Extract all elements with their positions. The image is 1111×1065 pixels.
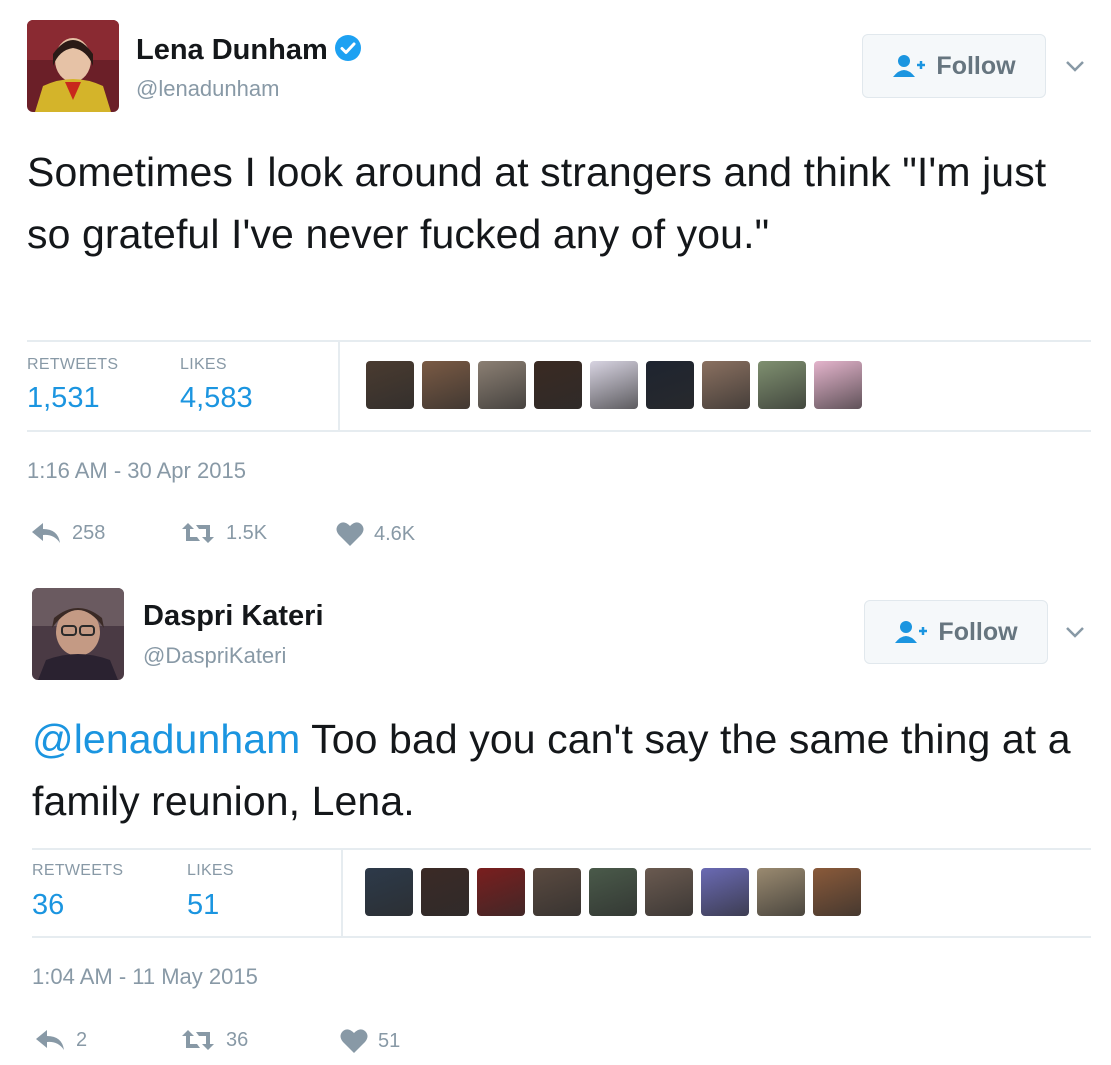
retweets-label: RETWEETS [32, 862, 124, 879]
retweets-count[interactable]: 36 [32, 889, 64, 922]
divider [27, 340, 1091, 342]
liker-avatar[interactable] [702, 361, 750, 409]
likes-count[interactable]: 51 [187, 889, 219, 922]
display-name[interactable]: Daspri Kateri [143, 600, 324, 633]
timestamp[interactable]: 1:16 AM - 30 Apr 2015 [27, 458, 246, 484]
liker-avatar[interactable] [478, 361, 526, 409]
retweet-action[interactable]: 1.5K [180, 521, 267, 545]
display-name[interactable]: Lena Dunham [136, 34, 362, 70]
tweet-1: Lena Dunham @lenadunham Follow Sometimes… [0, 0, 1111, 560]
tweet-2: Daspri Kateri @DaspriKateri Follow @lena… [0, 560, 1111, 1065]
like-action[interactable]: 51 [340, 1028, 400, 1054]
reply-icon [36, 1030, 64, 1050]
divider [338, 342, 340, 430]
retweet-action[interactable]: 36 [180, 1028, 248, 1052]
reply-action[interactable]: 2 [34, 1028, 87, 1052]
username-handle[interactable]: @lenadunham [136, 76, 279, 102]
divider [341, 850, 343, 936]
avatar-photo [27, 20, 119, 112]
liker-avatar[interactable] [365, 868, 413, 916]
divider [27, 430, 1091, 432]
likers-avatars [365, 868, 861, 916]
liker-avatar[interactable] [366, 361, 414, 409]
follow-button[interactable]: Follow [862, 34, 1046, 98]
liker-avatar[interactable] [533, 868, 581, 916]
add-user-icon [895, 621, 928, 643]
heart-icon [336, 522, 364, 546]
avatar[interactable] [27, 20, 119, 112]
likes-label: LIKES [180, 356, 227, 373]
verified-badge-icon [334, 34, 362, 70]
liker-avatar[interactable] [421, 868, 469, 916]
liker-avatar[interactable] [589, 868, 637, 916]
add-user-icon [893, 55, 926, 77]
retweet-icon [182, 1030, 214, 1050]
timestamp[interactable]: 1:04 AM - 11 May 2015 [32, 964, 258, 990]
liker-avatar[interactable] [701, 868, 749, 916]
likes-count[interactable]: 4,583 [180, 382, 253, 415]
tweet-text: @lenadunham Too bad you can't say the sa… [32, 708, 1102, 832]
likes-label: LIKES [187, 862, 234, 879]
divider [32, 848, 1091, 850]
follow-button[interactable]: Follow [864, 600, 1048, 664]
liker-avatar[interactable] [645, 868, 693, 916]
reply-action[interactable]: 258 [30, 521, 105, 545]
liker-avatar[interactable] [814, 361, 862, 409]
chevron-down-icon[interactable] [1062, 53, 1088, 79]
retweets-count[interactable]: 1,531 [27, 382, 100, 415]
mention-link[interactable]: @lenadunham [32, 716, 300, 762]
username-handle[interactable]: @DaspriKateri [143, 643, 286, 669]
retweets-label: RETWEETS [27, 356, 119, 373]
liker-avatar[interactable] [534, 361, 582, 409]
liker-avatar[interactable] [422, 361, 470, 409]
like-action[interactable]: 4.6K [336, 521, 415, 547]
liker-avatar[interactable] [477, 868, 525, 916]
liker-avatar[interactable] [757, 868, 805, 916]
divider [32, 936, 1091, 938]
liker-avatar[interactable] [758, 361, 806, 409]
heart-icon [340, 1029, 368, 1053]
chevron-down-icon[interactable] [1062, 619, 1088, 645]
tweet-text: Sometimes I look around at strangers and… [27, 149, 1047, 257]
liker-avatar[interactable] [590, 361, 638, 409]
avatar-photo [32, 588, 124, 680]
avatar[interactable] [32, 588, 124, 680]
retweet-icon [182, 523, 214, 543]
liker-avatar[interactable] [813, 868, 861, 916]
reply-icon [32, 523, 60, 543]
liker-avatar[interactable] [646, 361, 694, 409]
likers-avatars [366, 361, 862, 409]
